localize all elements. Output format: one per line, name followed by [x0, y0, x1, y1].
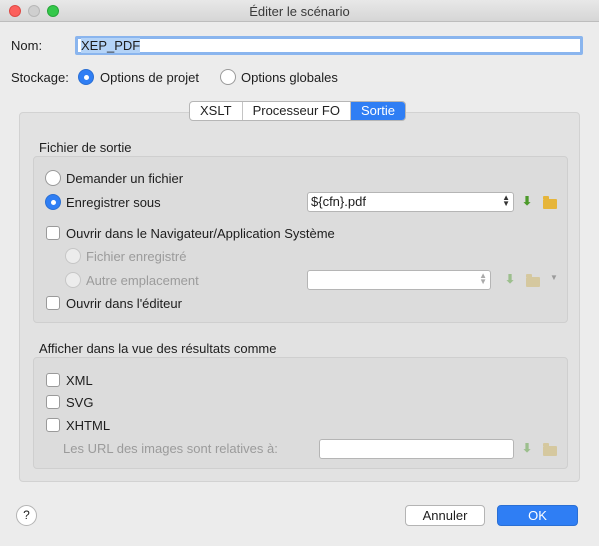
svg-checkbox[interactable] — [46, 395, 60, 409]
xml-checkbox[interactable] — [46, 373, 60, 387]
svg-label: SVG — [66, 395, 94, 410]
open-editor-label: Ouvrir dans l'éditeur — [66, 296, 182, 311]
ask-file-radio[interactable] — [45, 170, 61, 186]
browse-folder-icon[interactable] — [543, 443, 557, 456]
browse-folder-icon[interactable] — [543, 196, 557, 209]
results-view-heading: Afficher dans la vue des résultats comme — [39, 341, 277, 356]
combo-stepper-icon: ▲ ▼ — [479, 271, 487, 286]
storage-label: Stockage: — [11, 70, 69, 85]
image-urls-label: Les URL des images sont relatives à: — [63, 441, 278, 456]
insert-variable-icon[interactable]: ⬇ — [522, 442, 532, 454]
saved-file-label: Fichier enregistré — [86, 249, 187, 264]
tab-fo-processor[interactable]: Processeur FO — [243, 102, 351, 120]
save-as-radio[interactable] — [45, 194, 61, 210]
save-as-combo[interactable]: ${cfn}.pdf ▲ ▼ — [307, 192, 514, 212]
image-urls-input[interactable] — [319, 439, 514, 459]
ask-file-label: Demander un fichier — [66, 171, 184, 186]
tab-bar: XSLT Processeur FO Sortie — [189, 101, 406, 121]
dialog-window: Éditer le scénario Nom: XEP_PDF Stockage… — [0, 0, 599, 546]
name-input[interactable]: XEP_PDF — [75, 36, 583, 55]
help-button[interactable]: ? — [16, 505, 37, 526]
output-file-group: Demander un fichier Enregistrer sous ${c… — [33, 156, 568, 323]
open-browser-checkbox[interactable] — [46, 226, 60, 240]
other-location-label: Autre emplacement — [86, 273, 199, 288]
results-view-group: XML SVG XHTML Les URL des images sont re… — [33, 357, 568, 469]
save-as-value: ${cfn}.pdf — [311, 194, 366, 209]
name-input-value: XEP_PDF — [81, 38, 141, 53]
title-bar: Éditer le scénario — [0, 0, 599, 22]
output-file-heading: Fichier de sortie — [39, 140, 132, 155]
global-options-radio[interactable] — [220, 69, 236, 85]
open-editor-checkbox[interactable] — [46, 296, 60, 310]
other-location-radio[interactable] — [65, 272, 81, 288]
xhtml-label: XHTML — [66, 418, 111, 433]
global-options-label: Options globales — [241, 70, 338, 85]
tab-panel: Fichier de sortie Demander un fichier En… — [19, 112, 580, 482]
open-browser-label: Ouvrir dans le Navigateur/Application Sy… — [66, 226, 335, 241]
saved-file-radio[interactable] — [65, 248, 81, 264]
ok-button[interactable]: OK — [497, 505, 578, 526]
browse-folder-icon[interactable] — [526, 274, 540, 287]
project-options-label: Options de projet — [100, 70, 200, 85]
insert-variable-icon[interactable]: ⬇ — [505, 273, 515, 285]
project-options-radio[interactable] — [78, 69, 94, 85]
xhtml-checkbox[interactable] — [46, 418, 60, 432]
combo-stepper-icon: ▲ ▼ — [502, 193, 510, 208]
name-label: Nom: — [11, 38, 43, 53]
other-location-combo[interactable]: ▲ ▼ — [307, 270, 491, 290]
tab-output[interactable]: Sortie — [350, 102, 405, 120]
save-as-label: Enregistrer sous — [66, 195, 161, 210]
xml-label: XML — [66, 373, 93, 388]
tab-xslt[interactable]: XSLT — [190, 102, 243, 120]
cancel-button[interactable]: Annuler — [405, 505, 485, 526]
dropdown-arrow-icon[interactable]: ▼ — [550, 273, 558, 282]
window-title: Éditer le scénario — [249, 4, 350, 19]
insert-variable-icon[interactable]: ⬇ — [522, 195, 532, 207]
